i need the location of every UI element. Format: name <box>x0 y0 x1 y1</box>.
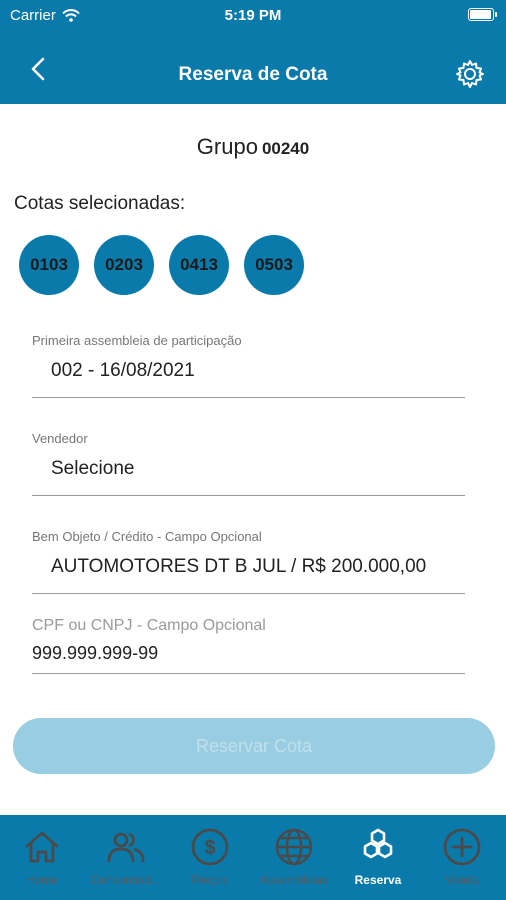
globe-icon <box>275 828 313 866</box>
cota-chip[interactable]: 0103 <box>19 235 79 295</box>
bem-objeto-field[interactable]: Bem Objeto / Crédito - Campo Opcional AU… <box>32 529 465 594</box>
battery-icon <box>468 8 497 21</box>
status-time: 5:19 PM <box>224 7 282 24</box>
assembleia-value[interactable]: 002 - 16/08/2021 <box>32 360 465 382</box>
page-title: Reserva de Cota <box>178 64 328 85</box>
selected-cotas-list: 0103 0203 0413 0503 <box>19 235 304 295</box>
group-heading: Grupo 00240 <box>0 134 506 160</box>
tab-reserva[interactable]: Reserva <box>336 815 420 900</box>
status-bar: Carrier 5:19 PM <box>0 0 506 32</box>
cpf-cnpj-input[interactable]: 999.999.999-99 <box>32 643 465 664</box>
tab-reserva-label: Reserva <box>354 873 402 887</box>
assembleia-field[interactable]: Primeira assembleia de participação 002 … <box>32 333 465 398</box>
vendedor-label: Vendedor <box>32 431 88 446</box>
tab-consorciados-label: Consorciad... <box>90 873 162 887</box>
selected-cotas-label: Cotas selecionadas: <box>14 193 186 214</box>
assembleia-label: Primeira assembleia de participação <box>32 333 242 348</box>
tab-venda[interactable]: Venda <box>420 815 504 900</box>
tab-bar: Home Consorciad... $ Preços Assembleias … <box>0 815 506 900</box>
bem-objeto-underline <box>32 593 465 594</box>
assembleia-underline <box>32 397 465 398</box>
navigation-bar: Reserva de Cota <box>0 32 506 104</box>
vendedor-value[interactable]: Selecione <box>32 458 465 480</box>
group-number: 00240 <box>261 139 310 158</box>
vendedor-field[interactable]: Vendedor Selecione <box>32 431 465 496</box>
tab-home-label: Home <box>25 873 58 887</box>
people-icon <box>107 832 145 863</box>
bem-objeto-value[interactable]: AUTOMOTORES DT B JUL / R$ 200.000,00 <box>32 556 465 578</box>
plus-circle-icon <box>443 828 481 866</box>
home-icon <box>25 831 59 863</box>
cpf-cnpj-label: CPF ou CNPJ - Campo Opcional <box>32 617 266 634</box>
tab-consorciados[interactable]: Consorciad... <box>84 815 168 900</box>
tab-assembleias-label: Assembleias <box>259 873 329 887</box>
reservar-cota-button[interactable]: Reservar Cota <box>13 718 495 774</box>
tab-assembleias[interactable]: Assembleias <box>252 815 336 900</box>
cota-chip[interactable]: 0203 <box>94 235 154 295</box>
bem-objeto-label: Bem Objeto / Crédito - Campo Opcional <box>32 529 262 544</box>
svg-text:$: $ <box>204 837 215 859</box>
gear-icon[interactable] <box>454 58 486 90</box>
tab-venda-label: Venda <box>444 873 480 887</box>
dollar-icon: $ <box>191 828 229 866</box>
cota-chip[interactable]: 0503 <box>244 235 304 295</box>
cota-chip[interactable]: 0413 <box>169 235 229 295</box>
honeycomb-icon <box>363 828 393 859</box>
tab-precos[interactable]: $ Preços <box>168 815 252 900</box>
group-label: Grupo <box>196 134 258 159</box>
cpf-cnpj-underline <box>32 673 465 674</box>
tab-home[interactable]: Home <box>0 815 84 900</box>
tab-precos-label: Preços <box>191 873 229 887</box>
vendedor-underline <box>32 495 465 496</box>
cpf-cnpj-field[interactable]: CPF ou CNPJ - Campo Opcional 999.999.999… <box>32 617 465 674</box>
